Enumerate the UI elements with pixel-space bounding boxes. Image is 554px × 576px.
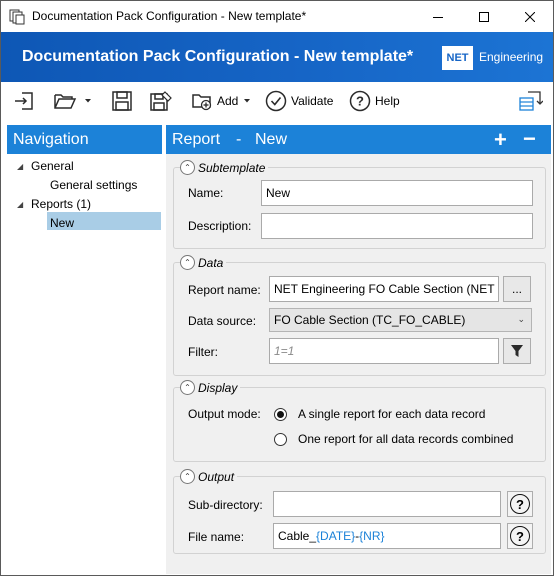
report-name-input[interactable]: NET Engineering FO Cable Section (NET FO bbox=[269, 276, 499, 302]
subdirectory-input[interactable] bbox=[273, 491, 501, 517]
report-header-separator: - bbox=[236, 131, 242, 148]
net-logo: NET bbox=[442, 46, 473, 70]
option-single-label[interactable]: A single report for each data record bbox=[298, 407, 485, 421]
report-form: ⌃ Subtemplate Name: New Description: ⌃ D… bbox=[166, 154, 551, 574]
file-name-help-button[interactable]: ? bbox=[507, 523, 533, 549]
filter-input[interactable]: 1=1 bbox=[269, 338, 499, 364]
help-icon: ? bbox=[510, 494, 530, 514]
data-source-label: Data source: bbox=[188, 314, 257, 328]
check-circle-icon bbox=[265, 90, 287, 112]
folder-open-icon bbox=[54, 94, 77, 109]
banner-title: Documentation Pack Configuration - New t… bbox=[22, 48, 414, 65]
open-button[interactable] bbox=[53, 89, 93, 113]
maximize-button[interactable] bbox=[461, 1, 507, 32]
save-icon bbox=[112, 91, 132, 111]
file-name-input[interactable]: Cable_{DATE}-{NR} bbox=[273, 523, 501, 549]
filter-label: Filter: bbox=[188, 345, 218, 359]
report-header: Report - New + − bbox=[166, 125, 551, 154]
data-group-title: Data bbox=[198, 255, 224, 270]
report-header-name: New bbox=[255, 131, 288, 148]
close-icon bbox=[525, 11, 535, 22]
subtemplate-group-title: Subtemplate bbox=[198, 160, 266, 175]
validate-button[interactable]: Validate bbox=[265, 89, 333, 113]
save-button[interactable] bbox=[111, 89, 133, 113]
display-group-header[interactable]: ⌃ Display bbox=[180, 380, 241, 395]
description-input[interactable] bbox=[261, 213, 533, 239]
toolbar: Add Validate ? Help bbox=[1, 82, 553, 120]
file-name-label: File name: bbox=[188, 530, 245, 544]
close-button[interactable] bbox=[507, 1, 553, 32]
logo-text: Engineering bbox=[479, 50, 544, 64]
output-group-title: Output bbox=[198, 469, 235, 484]
svg-text:?: ? bbox=[356, 94, 364, 109]
funnel-icon bbox=[511, 345, 523, 357]
data-group: ⌃ Data Report name: NET Engineering FO C… bbox=[173, 255, 546, 376]
tree-item-new[interactable]: New bbox=[50, 216, 74, 230]
browse-report-button[interactable]: ... bbox=[503, 276, 531, 302]
help-icon: ? bbox=[510, 526, 530, 546]
expand-triangle-icon[interactable]: ◢ bbox=[17, 200, 23, 209]
tree-item-general[interactable]: General bbox=[31, 159, 74, 173]
add-report-button[interactable]: + bbox=[494, 127, 507, 153]
help-toolbar-button[interactable]: ? Help bbox=[349, 89, 400, 113]
name-label: Name: bbox=[188, 186, 224, 200]
file-name-date-macro: {DATE} bbox=[316, 529, 356, 543]
navigation-header: Navigation bbox=[7, 125, 162, 154]
collapse-chevron-icon[interactable]: ⌃ bbox=[180, 469, 195, 484]
output-group: ⌃ Output Sub-directory: ? File name: Cab… bbox=[173, 469, 546, 554]
collapse-chevron-icon[interactable]: ⌃ bbox=[180, 380, 195, 395]
title-bar: Documentation Pack Configuration - New t… bbox=[1, 1, 553, 32]
import-button[interactable] bbox=[13, 89, 35, 113]
minimize-icon bbox=[433, 16, 443, 18]
help-icon: ? bbox=[349, 90, 371, 112]
remove-report-button[interactable]: − bbox=[523, 126, 536, 152]
radio-combined-report[interactable] bbox=[274, 433, 287, 446]
import-icon bbox=[15, 92, 33, 110]
chevron-down-icon: ⌄ bbox=[517, 314, 525, 324]
add-label: Add bbox=[217, 94, 239, 108]
navigation-tree: ◢ General General settings ◢ Reports (1)… bbox=[7, 154, 162, 574]
data-group-header[interactable]: ⌃ Data bbox=[180, 255, 227, 270]
description-label: Description: bbox=[188, 219, 252, 233]
expand-triangle-icon[interactable]: ◢ bbox=[17, 162, 23, 171]
tree-item-reports[interactable]: Reports (1) bbox=[31, 197, 91, 211]
save-as-icon bbox=[150, 91, 172, 111]
filter-button[interactable] bbox=[503, 338, 531, 364]
add-folder-icon bbox=[192, 94, 212, 111]
output-mode-label: Output mode: bbox=[188, 407, 261, 421]
chevron-down-icon bbox=[244, 99, 251, 103]
help-label: Help bbox=[375, 94, 400, 108]
save-as-button[interactable] bbox=[149, 89, 173, 113]
app-icon bbox=[9, 9, 25, 25]
collapse-chevron-icon[interactable]: ⌃ bbox=[180, 255, 195, 270]
add-button[interactable]: Add bbox=[191, 89, 252, 113]
application-window: Documentation Pack Configuration - New t… bbox=[0, 0, 554, 576]
report-name-label: Report name: bbox=[188, 283, 261, 297]
data-source-select[interactable]: FO Cable Section (TC_FO_CABLE) ⌄ bbox=[269, 308, 532, 332]
minimize-button[interactable] bbox=[415, 1, 461, 32]
file-name-nr-macro: {NR} bbox=[359, 529, 385, 543]
subdirectory-label: Sub-directory: bbox=[188, 498, 263, 512]
subtemplate-group-header[interactable]: ⌃ Subtemplate bbox=[180, 160, 269, 175]
layout-toggle-button[interactable] bbox=[519, 89, 543, 113]
subtemplate-group: ⌃ Subtemplate Name: New Description: bbox=[173, 160, 546, 249]
tree-item-general-settings[interactable]: General settings bbox=[50, 178, 137, 192]
report-header-label: Report bbox=[172, 131, 221, 148]
window-title: Documentation Pack Configuration - New t… bbox=[32, 9, 307, 23]
display-group-title: Display bbox=[198, 380, 238, 395]
subdirectory-help-button[interactable]: ? bbox=[507, 491, 533, 517]
name-input[interactable]: New bbox=[261, 180, 533, 206]
collapse-chevron-icon[interactable]: ⌃ bbox=[180, 160, 195, 175]
validate-label: Validate bbox=[291, 94, 334, 108]
display-group: ⌃ Display Output mode: A single report f… bbox=[173, 380, 546, 462]
option-combined-label[interactable]: One report for all data records combined bbox=[298, 432, 513, 446]
layout-sync-icon bbox=[519, 91, 543, 111]
output-group-header[interactable]: ⌃ Output bbox=[180, 469, 238, 484]
data-source-value: FO Cable Section (TC_FO_CABLE) bbox=[274, 313, 466, 327]
chevron-down-icon bbox=[85, 99, 91, 103]
file-name-prefix: Cable_ bbox=[278, 529, 317, 543]
radio-single-report[interactable] bbox=[274, 408, 287, 421]
maximize-icon bbox=[479, 11, 489, 22]
header-banner: Documentation Pack Configuration - New t… bbox=[1, 32, 553, 82]
